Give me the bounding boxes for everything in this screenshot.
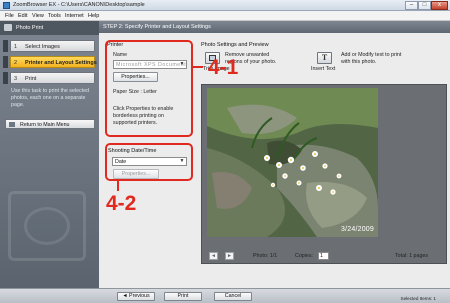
copies-stepper[interactable]: 1: [318, 252, 329, 260]
sidebar-help-text: Use this task to print the selected phot…: [11, 88, 90, 108]
title-bar: ZoomBrowser EX - C:\Users\CANON\Desktop\…: [0, 0, 450, 11]
callout-leader-line: [117, 181, 119, 191]
return-button-label: Return to Main Menu: [20, 122, 70, 128]
step-label: Print: [25, 75, 37, 82]
photo-image: [207, 88, 378, 237]
menu-help[interactable]: Help: [88, 13, 99, 19]
menu-view[interactable]: View: [32, 13, 44, 19]
date-stamp: 3/24/2009: [341, 226, 374, 233]
step-print[interactable]: 3 Print: [10, 72, 95, 84]
maximize-button[interactable]: □: [418, 1, 431, 10]
insert-text-description: Add or Modify text to print with this ph…: [341, 52, 402, 65]
step-number: 3: [14, 75, 18, 82]
step-select-images[interactable]: 1 Select Images: [10, 40, 95, 52]
menu-tools[interactable]: Tools: [48, 13, 61, 19]
step-marker: [3, 56, 8, 68]
print-button[interactable]: Print: [164, 292, 202, 301]
window-title: ZoomBrowser EX - C:\Users\CANON\Desktop\…: [13, 2, 145, 8]
previous-button[interactable]: ◄ Previous: [117, 292, 155, 301]
menu-edit[interactable]: Edit: [18, 13, 27, 19]
close-button[interactable]: x: [431, 1, 448, 10]
step-number: 2: [14, 59, 18, 66]
step-header: STEP 2: Specify Printer and Layout Setti…: [99, 21, 450, 33]
insert-text-label: Insert Text: [311, 66, 336, 72]
text-icon: T: [321, 53, 328, 62]
watermark-graphic: [24, 207, 70, 245]
menu-bar: File Edit View Tools Internet Help: [0, 11, 450, 21]
minimize-button[interactable]: –: [405, 1, 418, 10]
callout-box-shooting-date: [105, 143, 193, 181]
step-title: STEP 2: Specify Printer and Layout Setti…: [103, 24, 211, 30]
app-icon: [3, 2, 10, 9]
step-printer-layout[interactable]: 2 Printer and Layout Settings: [10, 56, 97, 68]
callout-leader-line: [192, 66, 203, 68]
cancel-button[interactable]: Cancel: [214, 292, 252, 301]
callout-box-printer: [105, 40, 193, 137]
selected-items-status: Selected Items: 1: [400, 296, 437, 301]
insert-text-button[interactable]: T: [317, 52, 332, 64]
total-pages: Total: 1 pages: [395, 253, 428, 259]
menu-file[interactable]: File: [5, 13, 14, 19]
step-label: Select Images: [25, 43, 60, 50]
callout-label: 4-2: [106, 192, 137, 215]
step-marker: [3, 72, 8, 84]
step-label: Printer and Layout Settings: [25, 59, 97, 66]
sidebar-header: Photo Print: [0, 21, 99, 35]
sidebar-title: Photo Print: [16, 25, 44, 31]
menu-internet[interactable]: Internet: [65, 13, 84, 19]
step-marker: [3, 40, 8, 52]
copies-label: Copies:: [295, 253, 313, 259]
task-sidebar: Photo Print 1 Select Images 2 Printer an…: [0, 21, 99, 288]
footer-bar: ◄ Previous Print Cancel: [0, 288, 450, 303]
printer-icon: [4, 24, 12, 31]
photo-counter: Photo: 1/1: [253, 253, 278, 259]
photo-settings-label: Photo Settings and Preview: [201, 42, 269, 48]
photo-preview: 3/24/2009: [207, 88, 378, 237]
step-number: 1: [14, 43, 18, 50]
print-preview: 3/24/2009: [201, 84, 447, 264]
next-photo-arrow[interactable]: ►: [225, 252, 234, 260]
callout-label: 4-1: [208, 56, 239, 79]
previous-photo-arrow[interactable]: ◄: [209, 252, 218, 260]
return-to-main-menu-button[interactable]: Return to Main Menu: [5, 119, 95, 129]
return-icon: [9, 122, 15, 127]
